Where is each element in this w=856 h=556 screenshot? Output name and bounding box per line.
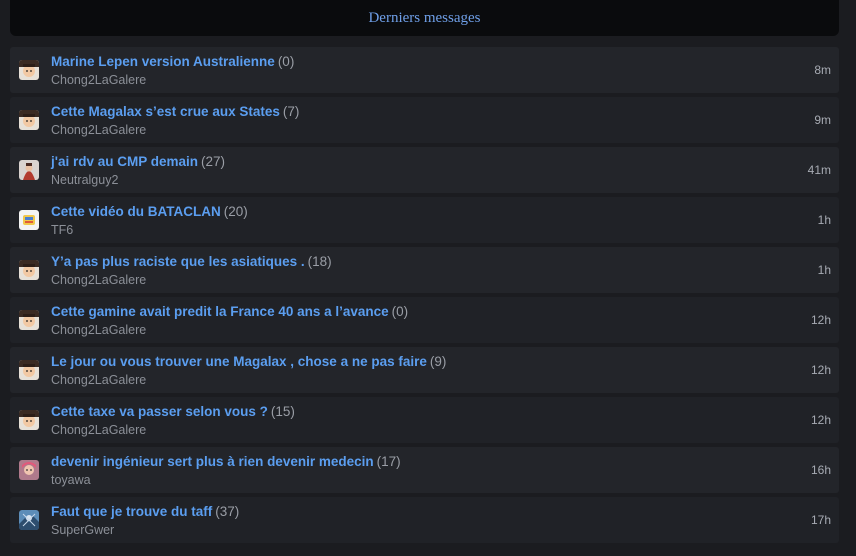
topic-time: 1h [817,263,831,277]
topic-title-link[interactable]: devenir ingénieur sert plus à rien deven… [51,454,374,469]
topic-author[interactable]: Chong2LaGalere [51,272,795,288]
topic-row[interactable]: j'ai rdv au CMP demain (27) Neutralguy2 4… [10,147,839,193]
topic-author[interactable]: Chong2LaGalere [51,72,795,88]
reply-count: (0) [391,303,409,319]
chong-avatar-icon[interactable] [19,110,39,130]
topic-time: 12h [810,313,831,327]
topic-list: Marine Lepen version Australienne (0) Cho… [10,47,839,547]
topic-row[interactable]: Cette gamine avait predit la France 40 a… [10,297,839,343]
topic-row[interactable]: Le jour ou vous trouver une Magalax , ch… [10,347,839,393]
chong-avatar-icon[interactable] [19,60,39,80]
reply-count: (15) [270,403,295,419]
topic-time: 9m [814,113,831,127]
topic-row[interactable]: Cette vidéo du BATACLAN (20) TF6 1h [10,197,839,243]
topic-time: 41m [807,163,831,177]
chong-avatar-icon[interactable] [19,410,39,430]
topic-time: 1h [817,213,831,227]
reply-count: (0) [277,53,295,69]
topic-row[interactable]: Faut que je trouve du taff (37) SuperGwer… [10,497,839,543]
topic-row[interactable]: devenir ingénieur sert plus à rien deven… [10,447,839,493]
topic-row[interactable]: Cette taxe va passer selon vous ? (15) Ch… [10,397,839,443]
topic-title-link[interactable]: Cette Magalax s’est crue aux States [51,104,280,119]
header-title: Derniers messages [368,9,481,26]
topic-time: 16h [810,463,831,477]
topic-title-link[interactable]: Faut que je trouve du taff [51,504,212,519]
topic-title-link[interactable]: Cette taxe va passer selon vous ? [51,404,268,419]
supergwer-avatar-icon[interactable] [19,510,39,530]
topic-author[interactable]: toyawa [51,472,795,488]
topic-row[interactable]: Cette Magalax s’est crue aux States (7) C… [10,97,839,143]
topic-author[interactable]: TF6 [51,222,795,238]
topic-author[interactable]: Neutralguy2 [51,172,795,188]
topic-title-link[interactable]: j'ai rdv au CMP demain [51,154,198,169]
reply-count: (20) [223,203,248,219]
topic-row[interactable]: Marine Lepen version Australienne (0) Cho… [10,47,839,93]
topic-title-link[interactable]: Cette vidéo du BATACLAN [51,204,221,219]
topic-author[interactable]: Chong2LaGalere [51,322,795,338]
neutralguy-avatar-icon[interactable] [19,160,39,180]
topic-time: 12h [810,413,831,427]
chong-avatar-icon[interactable] [19,360,39,380]
reply-count: (37) [215,503,240,519]
toyawa-avatar-icon[interactable] [19,460,39,480]
topic-author[interactable]: Chong2LaGalere [51,122,795,138]
reply-count: (9) [429,353,447,369]
topic-author[interactable]: Chong2LaGalere [51,372,795,388]
topic-row[interactable]: Y’a pas plus raciste que les asiatiques … [10,247,839,293]
chong-avatar-icon[interactable] [19,310,39,330]
reply-count: (27) [201,153,226,169]
topic-author[interactable]: Chong2LaGalere [51,422,795,438]
topic-title-link[interactable]: Le jour ou vous trouver une Magalax , ch… [51,354,427,369]
topic-time: 17h [810,513,831,527]
reply-count: (18) [307,253,332,269]
topic-time: 8m [814,63,831,77]
topic-title-link[interactable]: Y’a pas plus raciste que les asiatiques … [51,254,305,269]
reply-count: (7) [282,103,300,119]
topic-title-link[interactable]: Cette gamine avait predit la France 40 a… [51,304,389,319]
topic-time: 12h [810,363,831,377]
latest-messages-header: Derniers messages [10,0,839,36]
reply-count: (17) [376,453,401,469]
topic-author[interactable]: SuperGwer [51,522,795,538]
chong-avatar-icon[interactable] [19,260,39,280]
tf6-avatar-icon[interactable] [19,210,39,230]
topic-title-link[interactable]: Marine Lepen version Australienne [51,54,275,69]
